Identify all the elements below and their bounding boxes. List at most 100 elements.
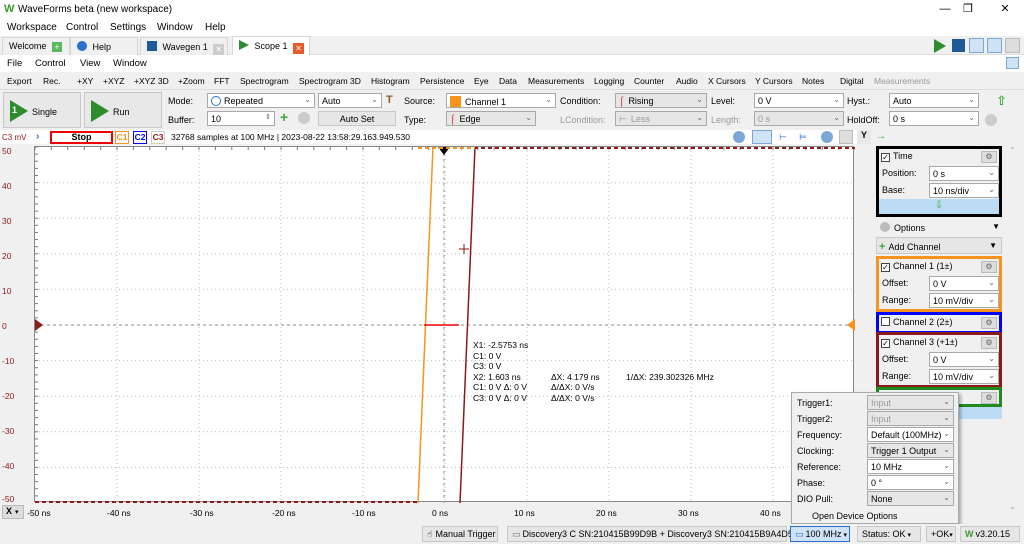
channel3-checkbox[interactable]: ✓ bbox=[881, 339, 890, 348]
pointer-tool-icon[interactable] bbox=[752, 130, 772, 144]
mode-select[interactable]: Repeated ⌄ bbox=[207, 93, 315, 108]
tool-persistence[interactable]: Persistence bbox=[420, 76, 464, 86]
scope-plot[interactable]: X1: -2.5753 ns C1: 0 V C3: 0 V X2: 1.603… bbox=[34, 146, 855, 503]
menu-control[interactable]: Control bbox=[35, 58, 66, 69]
auto-set-button[interactable]: Auto Set bbox=[318, 111, 396, 126]
add-channel-button[interactable]: + Add Channel ▼ bbox=[876, 237, 1002, 254]
tool-x-cursors[interactable]: X Cursors bbox=[708, 76, 746, 86]
tool-rec[interactable]: Rec. bbox=[43, 76, 60, 86]
arrow-right-icon[interactable]: → bbox=[876, 131, 886, 142]
condition-select[interactable]: ⌠ Rising ⌄ bbox=[615, 93, 707, 108]
menu-settings[interactable]: Settings bbox=[110, 22, 146, 33]
type-select[interactable]: ⌠ Edge ⌄ bbox=[446, 111, 536, 126]
channel3-offset-input[interactable]: 0 V ⌄ bbox=[929, 352, 999, 367]
holdoff-input[interactable]: 0 s ⌄ bbox=[889, 111, 979, 126]
channel3-toggle[interactable]: C3 bbox=[151, 131, 165, 144]
open-device-options-link[interactable]: Open Device Options bbox=[812, 511, 898, 521]
options-button[interactable]: Options ▼ bbox=[878, 219, 1004, 235]
source-select[interactable]: Channel 1 ⌄ bbox=[446, 93, 556, 108]
channel1-offset-input[interactable]: 0 V ⌄ bbox=[929, 276, 999, 291]
close-tab-icon[interactable]: ✕ bbox=[213, 44, 225, 55]
tile-icon[interactable] bbox=[987, 38, 1002, 53]
dock-icon[interactable] bbox=[1006, 57, 1019, 69]
run-all-icon[interactable] bbox=[934, 39, 946, 53]
gear-icon[interactable]: ⚙ bbox=[981, 261, 997, 273]
level-input[interactable]: 0 V ⌄ bbox=[754, 93, 844, 108]
tab-wavegen[interactable]: Wavegen 1 ✕ bbox=[140, 37, 228, 55]
gear-icon[interactable]: ⚙ bbox=[981, 392, 997, 404]
expand-time-button[interactable]: ⇩ bbox=[879, 199, 999, 214]
tab-scope[interactable]: Scope 1 ✕ bbox=[232, 36, 310, 55]
gear-icon[interactable]: ⚙ bbox=[981, 317, 997, 329]
spinner-icon[interactable]: ⇕ bbox=[265, 113, 271, 121]
arrow-up-icon[interactable]: ⇧ bbox=[996, 93, 1007, 109]
tool-audio[interactable]: Audio bbox=[676, 76, 698, 86]
manual-trigger-button[interactable]: ☝ Manual Trigger bbox=[422, 526, 498, 542]
tool-histogram[interactable]: Histogram bbox=[371, 76, 410, 86]
base-select[interactable]: 10 ns/div ⌄ bbox=[929, 183, 999, 198]
tool-xy[interactable]: +XY bbox=[77, 76, 93, 86]
chevron-right-icon[interactable]: › bbox=[36, 131, 39, 142]
menu-workspace[interactable]: Workspace bbox=[7, 22, 57, 33]
version-button[interactable]: Wv3.20.15 bbox=[960, 526, 1020, 542]
close-tab-icon[interactable]: ✕ bbox=[293, 43, 305, 54]
buffer-input[interactable]: 10 ⇕ bbox=[207, 111, 275, 126]
tool-counter[interactable]: Counter bbox=[634, 76, 664, 86]
tool-zoom[interactable]: +Zoom bbox=[178, 76, 205, 86]
time-checkbox[interactable]: ✓ bbox=[881, 153, 890, 162]
channel1-range-select[interactable]: 10 mV/div ⌄ bbox=[929, 293, 999, 308]
run-button[interactable]: Run bbox=[84, 92, 162, 128]
ok-button[interactable]: +OK▾ bbox=[926, 526, 956, 542]
tool-notes[interactable]: Notes bbox=[802, 76, 824, 86]
menu-help[interactable]: Help bbox=[205, 22, 226, 33]
zoom-out-icon[interactable] bbox=[821, 131, 833, 143]
tool-fft[interactable]: FFT bbox=[214, 76, 230, 86]
tool-xyz[interactable]: +XYZ bbox=[103, 76, 125, 86]
tab-welcome[interactable]: Welcome + bbox=[2, 37, 70, 55]
menu-window[interactable]: Window bbox=[157, 22, 193, 33]
y-cursor-tool-icon[interactable]: ⊨ bbox=[799, 132, 807, 143]
menu-window[interactable]: Window bbox=[113, 58, 147, 69]
plot-settings-gear-icon[interactable] bbox=[839, 130, 853, 144]
clocking-select[interactable]: Trigger 1 Output ⌄ bbox=[867, 443, 954, 458]
restore-button[interactable]: ❐ bbox=[953, 0, 983, 18]
reference-select[interactable]: 10 MHz ⌄ bbox=[867, 459, 954, 474]
gear-icon[interactable] bbox=[298, 112, 310, 124]
x-cursor-tool-icon[interactable]: ⊢ bbox=[779, 132, 787, 143]
add-icon[interactable]: + bbox=[280, 109, 288, 125]
channel1-toggle[interactable]: C1 bbox=[115, 131, 129, 144]
gear-icon[interactable]: ⚙ bbox=[981, 337, 997, 349]
position-input[interactable]: 0 s ⌄ bbox=[929, 166, 999, 181]
channel2-checkbox[interactable] bbox=[881, 317, 890, 326]
close-button[interactable]: ✕ bbox=[990, 0, 1020, 18]
scroll-up-icon[interactable]: ⌃ bbox=[1009, 146, 1016, 155]
cascade-icon[interactable] bbox=[969, 38, 984, 53]
gear-icon[interactable]: ⚙ bbox=[981, 151, 997, 163]
device-selector-button[interactable]: ▭ Discovery3 C SN:210415B99D9B + Discover… bbox=[507, 526, 793, 542]
tool-xyz3d[interactable]: +XYZ 3D bbox=[134, 76, 169, 86]
tool-spectrogram3d[interactable]: Spectrogram 3D bbox=[299, 76, 361, 86]
dio-pull-select[interactable]: None ⌄ bbox=[867, 491, 954, 506]
hysteresis-select[interactable]: Auto ⌄ bbox=[889, 93, 979, 108]
zoom-in-icon[interactable] bbox=[733, 131, 745, 143]
frequency-button[interactable]: ▭ 100 MHz ▾ bbox=[790, 526, 850, 542]
hammer-icon[interactable]: T bbox=[386, 94, 393, 106]
settings-gear-icon[interactable] bbox=[1005, 38, 1020, 53]
gear-icon[interactable] bbox=[985, 114, 997, 126]
tool-export[interactable]: Export bbox=[7, 76, 32, 86]
tab-help[interactable]: Help bbox=[70, 37, 138, 55]
channel3-range-select[interactable]: 10 mV/div ⌄ bbox=[929, 369, 999, 384]
menu-control[interactable]: Control bbox=[66, 22, 98, 33]
channel1-checkbox[interactable]: ✓ bbox=[881, 263, 890, 272]
tool-digital[interactable]: Digital bbox=[840, 76, 864, 86]
scroll-down-icon[interactable]: ⌄ bbox=[1009, 502, 1016, 511]
tool-logging[interactable]: Logging bbox=[594, 76, 624, 86]
phase-select[interactable]: 0 ° ⌄ bbox=[867, 475, 954, 490]
channel2-toggle[interactable]: C2 bbox=[133, 131, 147, 144]
menu-view[interactable]: View bbox=[80, 58, 100, 69]
tool-eye[interactable]: Eye bbox=[474, 76, 489, 86]
tool-measurements[interactable]: Measurements bbox=[528, 76, 584, 86]
single-button[interactable]: 1 Single bbox=[3, 92, 81, 128]
tool-data[interactable]: Data bbox=[499, 76, 517, 86]
tool-y-cursors[interactable]: Y Cursors bbox=[755, 76, 793, 86]
